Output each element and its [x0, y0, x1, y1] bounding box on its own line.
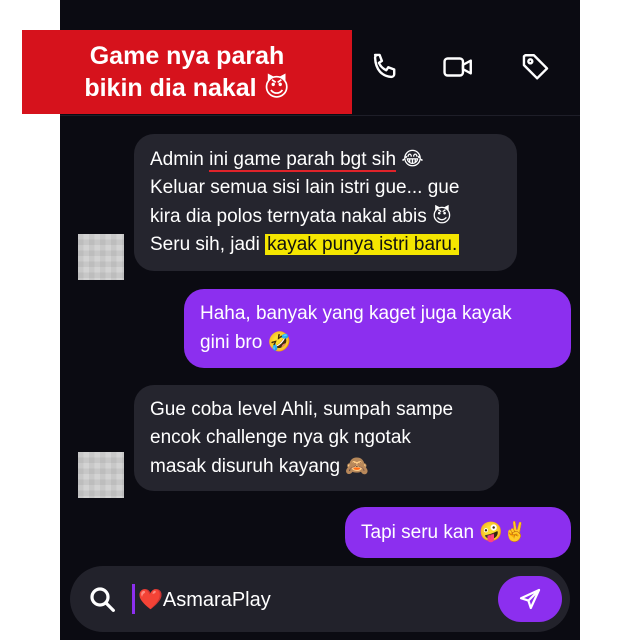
- message-text: Tapi seru kan: [361, 522, 475, 543]
- phone-icon[interactable]: [368, 50, 402, 84]
- heart-emoji-icon: ❤️: [138, 587, 163, 611]
- video-camera-icon[interactable]: [441, 50, 475, 84]
- promo-banner: Game nya parah bikin dia nakal 😈: [22, 30, 352, 114]
- message-outgoing[interactable]: Tapi seru kan 🤪✌️: [345, 507, 571, 558]
- message-line: Keluar semua sisi lain istri gue... gue: [150, 177, 460, 198]
- message-line: encok challenge nya gk ngotak: [150, 427, 411, 448]
- see-no-evil-monkey-emoji-icon: 🙈: [345, 455, 370, 477]
- avatar[interactable]: [78, 452, 124, 498]
- message-line: gini bro 🤣: [200, 328, 555, 357]
- banner-line: bikin dia nakal 😈: [22, 72, 352, 104]
- tears-of-joy-emoji-icon: 😂: [401, 148, 424, 170]
- banner-text: bikin dia nakal: [84, 74, 257, 102]
- zany-face-victory-hand-emoji-icon: 🤪✌️: [479, 521, 527, 543]
- message-line: Gue coba level Ahli, sumpah sampe: [150, 399, 454, 420]
- rofl-emoji-icon: 🤣: [267, 331, 292, 353]
- text-cursor: [132, 584, 135, 614]
- message-outgoing[interactable]: Haha, banyak yang kaget juga kayak gini …: [184, 289, 571, 368]
- tag-icon[interactable]: [519, 50, 553, 84]
- message-input[interactable]: ❤️AsmaraPlay: [138, 585, 271, 614]
- message-line: Admin ini game parah bgt sih 😂: [150, 145, 501, 174]
- message-line: Haha, banyak yang kaget juga kayak: [200, 303, 512, 324]
- message-line: kira dia polos ternyata nakal abis 😈: [150, 202, 501, 231]
- highlighted-text: kayak punya istri baru.: [265, 234, 460, 255]
- message-text: gini bro: [200, 332, 263, 353]
- search-icon[interactable]: [86, 583, 118, 615]
- message-line: masak disuruh kayang 🙈: [150, 452, 483, 481]
- underlined-text: ini game parah bgt sih: [209, 149, 397, 172]
- message-text: masak disuruh kayang: [150, 456, 341, 477]
- message-line: Tapi seru kan 🤪✌️: [361, 518, 555, 547]
- send-arrow-icon: [519, 588, 541, 610]
- message-incoming[interactable]: Gue coba level Ahli, sumpah sampe encok …: [134, 385, 499, 491]
- message-line: Seru sih, jadi kayak punya istri baru.: [150, 231, 501, 259]
- avatar[interactable]: [78, 234, 124, 280]
- message-text: Seru sih, jadi: [150, 234, 266, 255]
- banner-line: Game nya parah: [89, 42, 285, 70]
- message-text: kira dia polos ternyata nakal abis: [150, 206, 427, 227]
- message-composer: ❤️AsmaraPlay: [70, 566, 570, 632]
- devil-emoji-icon: 😈: [432, 205, 452, 227]
- message-text: Admin: [150, 149, 210, 170]
- devil-emoji-icon: 😈: [263, 73, 290, 102]
- message-input-text: AsmaraPlay: [162, 589, 271, 611]
- send-button[interactable]: [498, 576, 562, 622]
- message-incoming[interactable]: Admin ini game parah bgt sih 😂 Keluar se…: [134, 134, 517, 271]
